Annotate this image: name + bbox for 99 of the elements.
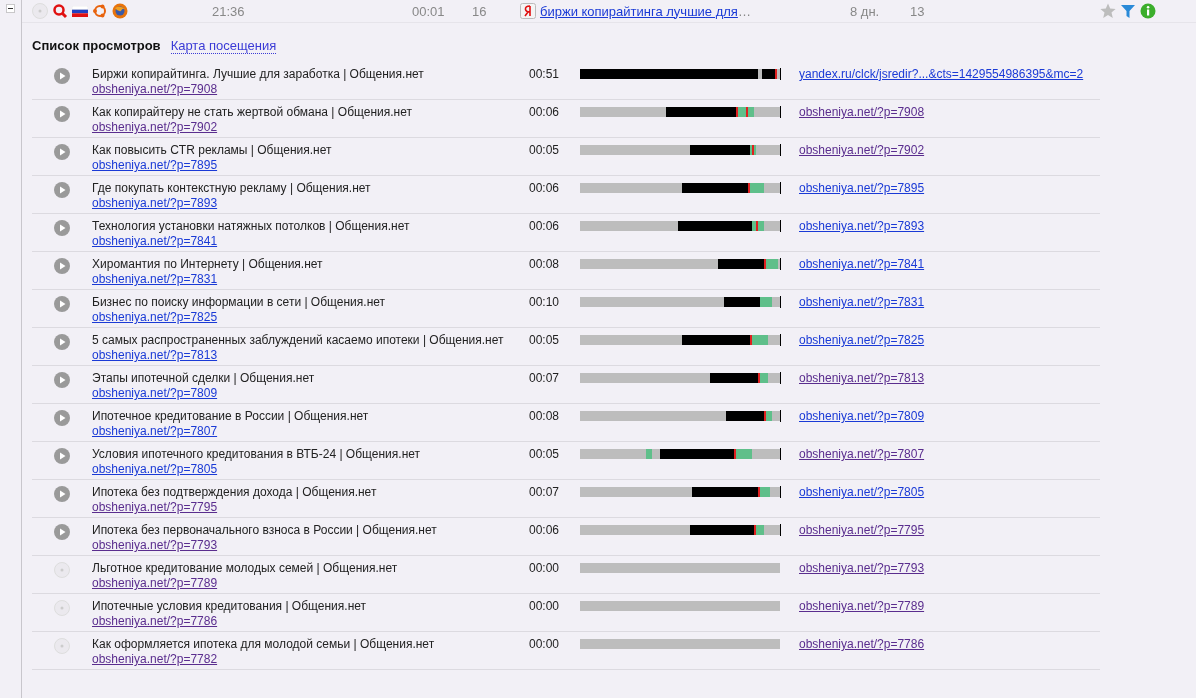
play-icon[interactable]: [54, 106, 70, 122]
page-url-link[interactable]: obsheniya.net/?p=7825: [92, 310, 218, 324]
referrer-link[interactable]: yandex.ru/clck/jsredir?...&cts=1429554986395&mc=2: [799, 67, 1084, 81]
play-icon[interactable]: [54, 448, 70, 464]
view-duration: 00:06: [529, 181, 561, 195]
play-icon[interactable]: [54, 486, 70, 502]
view-duration: 00:07: [529, 371, 561, 385]
referrer-link[interactable]: obsheniya.net/?p=7841: [799, 257, 925, 271]
page-url-link[interactable]: obsheniya.net/?p=7795: [92, 500, 218, 514]
flag-icon: [72, 5, 88, 17]
page-title: Этапы ипотечной сделки | Общения.нет: [92, 371, 316, 385]
page-url-link[interactable]: obsheniya.net/?p=7807: [92, 424, 218, 438]
page-url-link[interactable]: obsheniya.net/?p=7895: [92, 158, 218, 172]
play-icon[interactable]: [54, 258, 70, 274]
play-icon[interactable]: [54, 410, 70, 426]
page-url-link[interactable]: obsheniya.net/?p=7908: [92, 82, 218, 96]
play-icon[interactable]: [54, 144, 70, 160]
page-title: Где покупать контекстную рекламу | Общения.нет: [92, 181, 372, 195]
view-duration: 00:07: [529, 485, 561, 499]
dot-icon: [54, 638, 70, 654]
page-title: Как оформляется ипотека для молодой семьи | Общения.нет: [92, 637, 436, 651]
visit-duration: 00:01: [412, 3, 446, 19]
play-icon[interactable]: [54, 372, 70, 388]
view-duration: 00:51: [529, 67, 561, 81]
view-duration: 00:06: [529, 523, 561, 537]
view-duration: 00:08: [529, 257, 561, 271]
collapse-icon[interactable]: [6, 4, 15, 13]
page-title: Как копирайтеру не стать жертвой обмана | Общения.нет: [92, 105, 413, 119]
section-title: Список просмотров: [32, 38, 161, 53]
page-url-link[interactable]: obsheniya.net/?p=7841: [92, 234, 218, 248]
search-icon: [52, 3, 68, 19]
page-url-link[interactable]: obsheniya.net/?p=7809: [92, 386, 218, 400]
referrer-link[interactable]: obsheniya.net/?p=7789: [799, 599, 925, 613]
page-url-link[interactable]: obsheniya.net/?p=7813: [92, 348, 218, 362]
view-duration: 00:00: [529, 561, 561, 575]
referrer-link[interactable]: obsheniya.net/?p=7795: [799, 523, 925, 537]
visit-map-link[interactable]: Карта посещения: [170, 38, 277, 54]
view-duration: 00:10: [529, 295, 561, 309]
referrer-link[interactable]: obsheniya.net/?p=7825: [799, 333, 925, 347]
page-title: Ипотечные условия кредитования | Общения.нет: [92, 599, 368, 613]
page-title: 5 самых распространенных заблуждений касаемо ипотеки | Общения.нет: [92, 333, 505, 347]
page-title: Условия ипотечного кредитования в ВТБ-24 | Общения.нет: [92, 447, 422, 461]
play-icon[interactable]: [54, 182, 70, 198]
referrer-link[interactable]: obsheniya.net/?p=7902: [799, 143, 925, 157]
page-title: Как повысить CTR рекламы | Общения.нет: [92, 143, 333, 157]
page-title: Биржи копирайтинга. Лучшие для заработка | Общения.нет: [92, 67, 425, 81]
view-duration: 00:08: [529, 409, 561, 423]
page-url-link[interactable]: obsheniya.net/?p=7793: [92, 538, 218, 552]
dot-icon: [54, 600, 70, 616]
page-url-link[interactable]: obsheniya.net/?p=7805: [92, 462, 218, 476]
page-title: Ипотека без первоначального взноса в России | Общения.нет: [92, 523, 438, 537]
ellipsis: …: [737, 3, 751, 19]
referrer-link[interactable]: obsheniya.net/?p=7793: [799, 561, 925, 575]
dot-icon: [32, 3, 48, 19]
page-url-link[interactable]: obsheniya.net/?p=7902: [92, 120, 218, 134]
filter-icon[interactable]: [1120, 3, 1136, 19]
view-duration: 00:05: [529, 447, 561, 461]
referrer-link[interactable]: obsheniya.net/?p=7786: [799, 637, 925, 651]
page-title: Бизнес по поиску информации в сети | Общения.нет: [92, 295, 387, 309]
view-duration: 00:00: [529, 637, 561, 651]
page-url-link[interactable]: obsheniya.net/?p=7789: [92, 576, 218, 590]
dot-icon: [54, 562, 70, 578]
page-url-link[interactable]: obsheniya.net/?p=7893: [92, 196, 218, 210]
os-logo-icon: [92, 3, 108, 19]
referrer-link[interactable]: obsheniya.net/?p=7805: [799, 485, 925, 499]
play-icon[interactable]: [54, 68, 70, 84]
play-icon[interactable]: [54, 524, 70, 540]
referrer-link[interactable]: obsheniya.net/?p=7807: [799, 447, 925, 461]
view-duration: 00:05: [529, 333, 561, 347]
view-duration: 00:05: [529, 143, 561, 157]
referrer-link[interactable]: obsheniya.net/?p=7908: [799, 105, 925, 119]
view-duration: 00:06: [529, 105, 561, 119]
play-icon[interactable]: [54, 334, 70, 350]
star-icon[interactable]: [1100, 3, 1116, 19]
play-icon[interactable]: [54, 296, 70, 312]
page-title: Хиромантия по Интернету | Общения.нет: [92, 257, 324, 271]
referrer-link[interactable]: obsheniya.net/?p=7809: [799, 409, 925, 423]
visit-time: 21:36: [212, 3, 246, 19]
visit-count: 13: [910, 3, 926, 19]
page-title: Ипотека без подтверждения дохода | Общения.нет: [92, 485, 378, 499]
page-url-link[interactable]: obsheniya.net/?p=7831: [92, 272, 218, 286]
view-duration: 00:00: [529, 599, 561, 613]
info-icon[interactable]: [1140, 3, 1156, 19]
play-icon[interactable]: [54, 220, 70, 236]
page-url-link[interactable]: obsheniya.net/?p=7786: [92, 614, 218, 628]
page-title: Льготное кредитование молодых семей | Общения.нет: [92, 561, 399, 575]
referrer-link[interactable]: obsheniya.net/?p=7831: [799, 295, 925, 309]
view-count: 16: [472, 3, 488, 19]
referrer-link[interactable]: obsheniya.net/?p=7895: [799, 181, 925, 195]
page-url-link[interactable]: obsheniya.net/?p=7782: [92, 652, 218, 666]
source-link[interactable]: биржи копирайтинга лучшие для: [540, 3, 738, 19]
visit-age: 8 дн.: [850, 3, 881, 19]
browser-logo-icon: [112, 3, 128, 19]
view-duration: 00:06: [529, 219, 561, 233]
page-title: Технология установки натяжных потолков | Общения.нет: [92, 219, 411, 233]
referrer-link[interactable]: obsheniya.net/?p=7893: [799, 219, 925, 233]
referrer-link[interactable]: obsheniya.net/?p=7813: [799, 371, 925, 385]
page-title: Ипотечное кредитование в России | Общения.нет: [92, 409, 370, 423]
search-engine-icon: [520, 3, 536, 19]
